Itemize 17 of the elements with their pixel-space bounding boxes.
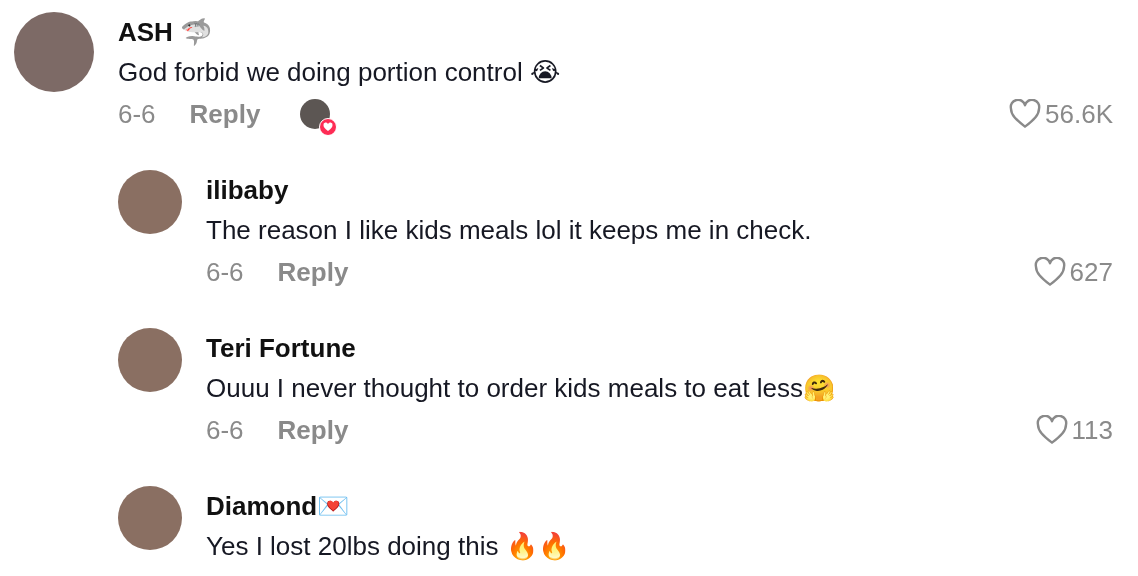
comment-text: Yes I lost 20lbs doing this 🔥🔥 — [206, 530, 571, 563]
username[interactable]: ASH 🦈 — [118, 12, 1113, 52]
heart-icon[interactable] — [1009, 99, 1042, 129]
like-count: 56.6K — [1045, 98, 1113, 130]
comment-date: 6-6 — [118, 98, 156, 130]
comment-text: Ouuu I never thought to order kids meals to eat less🤗 — [206, 372, 836, 405]
username[interactable]: ilibaby — [206, 170, 1113, 210]
comment-date: 6-6 — [206, 256, 244, 288]
comment-text: The reason I like kids meals lol it keeps me in check. — [206, 214, 813, 247]
heart-icon[interactable] — [1035, 415, 1068, 445]
heart-icon[interactable] — [1033, 257, 1066, 287]
comment-date: 6-6 — [206, 414, 244, 446]
like-count: 627 — [1069, 256, 1113, 288]
like-count: 113 — [1071, 414, 1113, 446]
comment-text: God forbid we doing portion control 😭 — [118, 56, 562, 89]
username[interactable]: Teri Fortune — [206, 328, 1113, 368]
username[interactable]: Diamond💌 — [206, 486, 1113, 526]
